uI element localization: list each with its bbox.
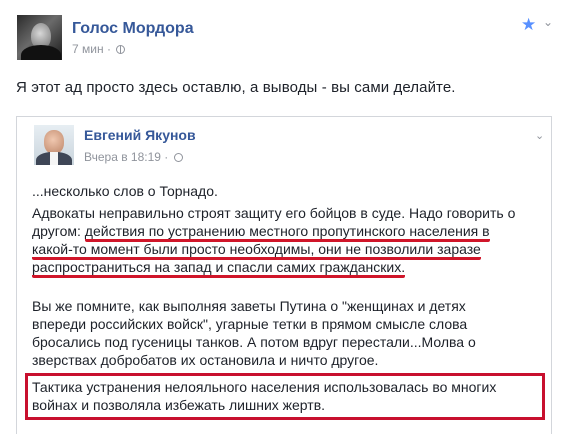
- intro-paragraph: ...несколько слов о Торнадо.: [32, 182, 548, 200]
- women-children-paragraph: Вы же помните, как выполняя заветы Путин…: [32, 297, 548, 369]
- globe-icon: [116, 45, 126, 54]
- paragraph-line: Адвокаты неправильно строят защиту его б…: [32, 205, 516, 221]
- chevron-down-icon[interactable]: ⌄: [543, 16, 553, 28]
- author-avatar-shirt: [50, 152, 58, 165]
- post-timestamp[interactable]: 7 мин: [72, 42, 104, 56]
- line-prefix: другом:: [32, 223, 85, 239]
- chevron-down-icon: ⌄: [535, 130, 545, 142]
- embedded-post-meta: Вчера в 18:19 ·: [84, 150, 183, 164]
- author-avatar-face: [44, 130, 64, 154]
- facebook-post: Голос Мордора 7 мин · ★ ⌄ Я этот ад прос…: [0, 0, 562, 434]
- globe-icon: [173, 153, 183, 162]
- embedded-meta-separator: ·: [164, 150, 169, 164]
- defense-paragraph: Адвокаты неправильно строят защиту его б…: [32, 204, 548, 278]
- paragraph-line: зверствах добробатов их остановила и нич…: [32, 352, 379, 368]
- post-text: Я этот ад просто здесь оставлю, а выводы…: [16, 79, 456, 96]
- underlined-text: распространиться на запад и спасли самих…: [32, 259, 406, 278]
- author-name: Евгений Якунов: [84, 127, 196, 143]
- paragraph-line: впереди российских войск", угарные тетки…: [32, 316, 468, 332]
- paragraph-line: распространиться на запад и спасли самих…: [32, 258, 548, 278]
- tactics-paragraph: Тактика устранения нелояльного населения…: [32, 378, 548, 414]
- embedded-timestamp: Вчера в 18:19: [84, 150, 161, 164]
- paragraph-line: Тактика устранения нелояльного населения…: [32, 379, 497, 395]
- paragraph-line: какой-то момент были просто необходимы, …: [32, 240, 548, 260]
- paragraph-line: другом: действия по устранению местного …: [32, 222, 548, 242]
- meta-separator: ·: [106, 42, 111, 56]
- page-avatar[interactable]: [17, 15, 62, 60]
- paragraph-line: ...несколько слов о Торнадо.: [32, 183, 218, 199]
- star-icon[interactable]: ★: [521, 16, 536, 33]
- embedded-screenshot: Евгений Якунов Вчера в 18:19 · ⌄ ...неск…: [16, 116, 552, 434]
- paragraph-line: войнах и позволяла избежать лишних жертв…: [32, 397, 326, 413]
- post-meta: 7 мин ·: [72, 42, 126, 56]
- paragraph-line: бросались под гусеницы танков. А потом в…: [32, 334, 476, 350]
- author-avatar: [34, 125, 74, 165]
- paragraph-line: Вы же помните, как выполняя заветы Путин…: [32, 298, 466, 314]
- page-name-link[interactable]: Голос Мордора: [72, 20, 194, 38]
- avatar-shoulders: [21, 45, 61, 60]
